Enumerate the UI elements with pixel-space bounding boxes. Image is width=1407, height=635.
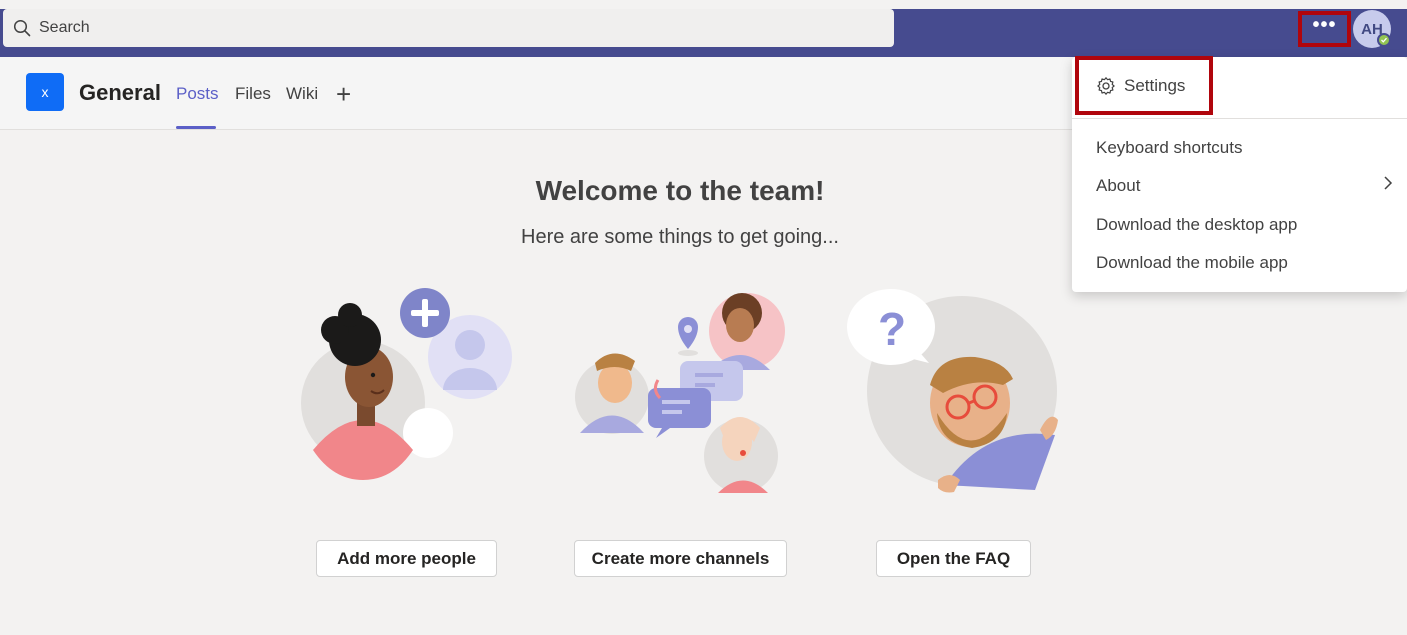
gear-icon [1097,76,1115,95]
menu-item-about[interactable]: About [1096,176,1393,196]
team-initial: X [41,84,49,100]
menu-item-download-mobile-app[interactable]: Download the mobile app [1096,253,1386,273]
svg-text:?: ? [878,303,906,355]
search-icon [13,19,31,37]
add-more-people-button[interactable]: Add more people [316,540,497,577]
more-options-button[interactable]: ••• [1298,11,1351,47]
create-more-channels-button[interactable]: Create more channels [574,540,787,577]
search-box[interactable] [3,9,894,47]
tab-wiki[interactable]: Wiki [286,84,318,104]
channel-name: General [79,80,161,105]
about-label: About [1096,176,1141,195]
menu-item-settings[interactable]: Settings [1075,56,1213,115]
add-tab-icon[interactable]: + [336,79,351,110]
tab-posts[interactable]: Posts [176,84,219,104]
chevron-right-icon [1384,176,1393,190]
faq-illustration: ? [847,289,1058,493]
presence-available-icon [1377,33,1391,47]
add-people-illustration [301,288,512,480]
team-avatar[interactable]: X [26,73,64,111]
search-input[interactable] [39,13,859,43]
tab-files[interactable]: Files [235,84,271,104]
active-tab-indicator [176,126,216,129]
top-strip [0,0,1407,9]
menu-divider [1072,118,1407,119]
create-channels-illustration [575,293,785,493]
menu-item-download-desktop-app[interactable]: Download the desktop app [1096,215,1386,235]
settings-label: Settings [1124,75,1186,95]
more-options-menu: Settings Keyboard shortcuts About Downlo… [1072,56,1407,292]
top-bar: ••• AH [0,0,1407,57]
menu-item-keyboard-shortcuts[interactable]: Keyboard shortcuts [1096,138,1386,158]
open-faq-button[interactable]: Open the FAQ [876,540,1031,577]
more-options-icon: ••• [1312,14,1337,36]
